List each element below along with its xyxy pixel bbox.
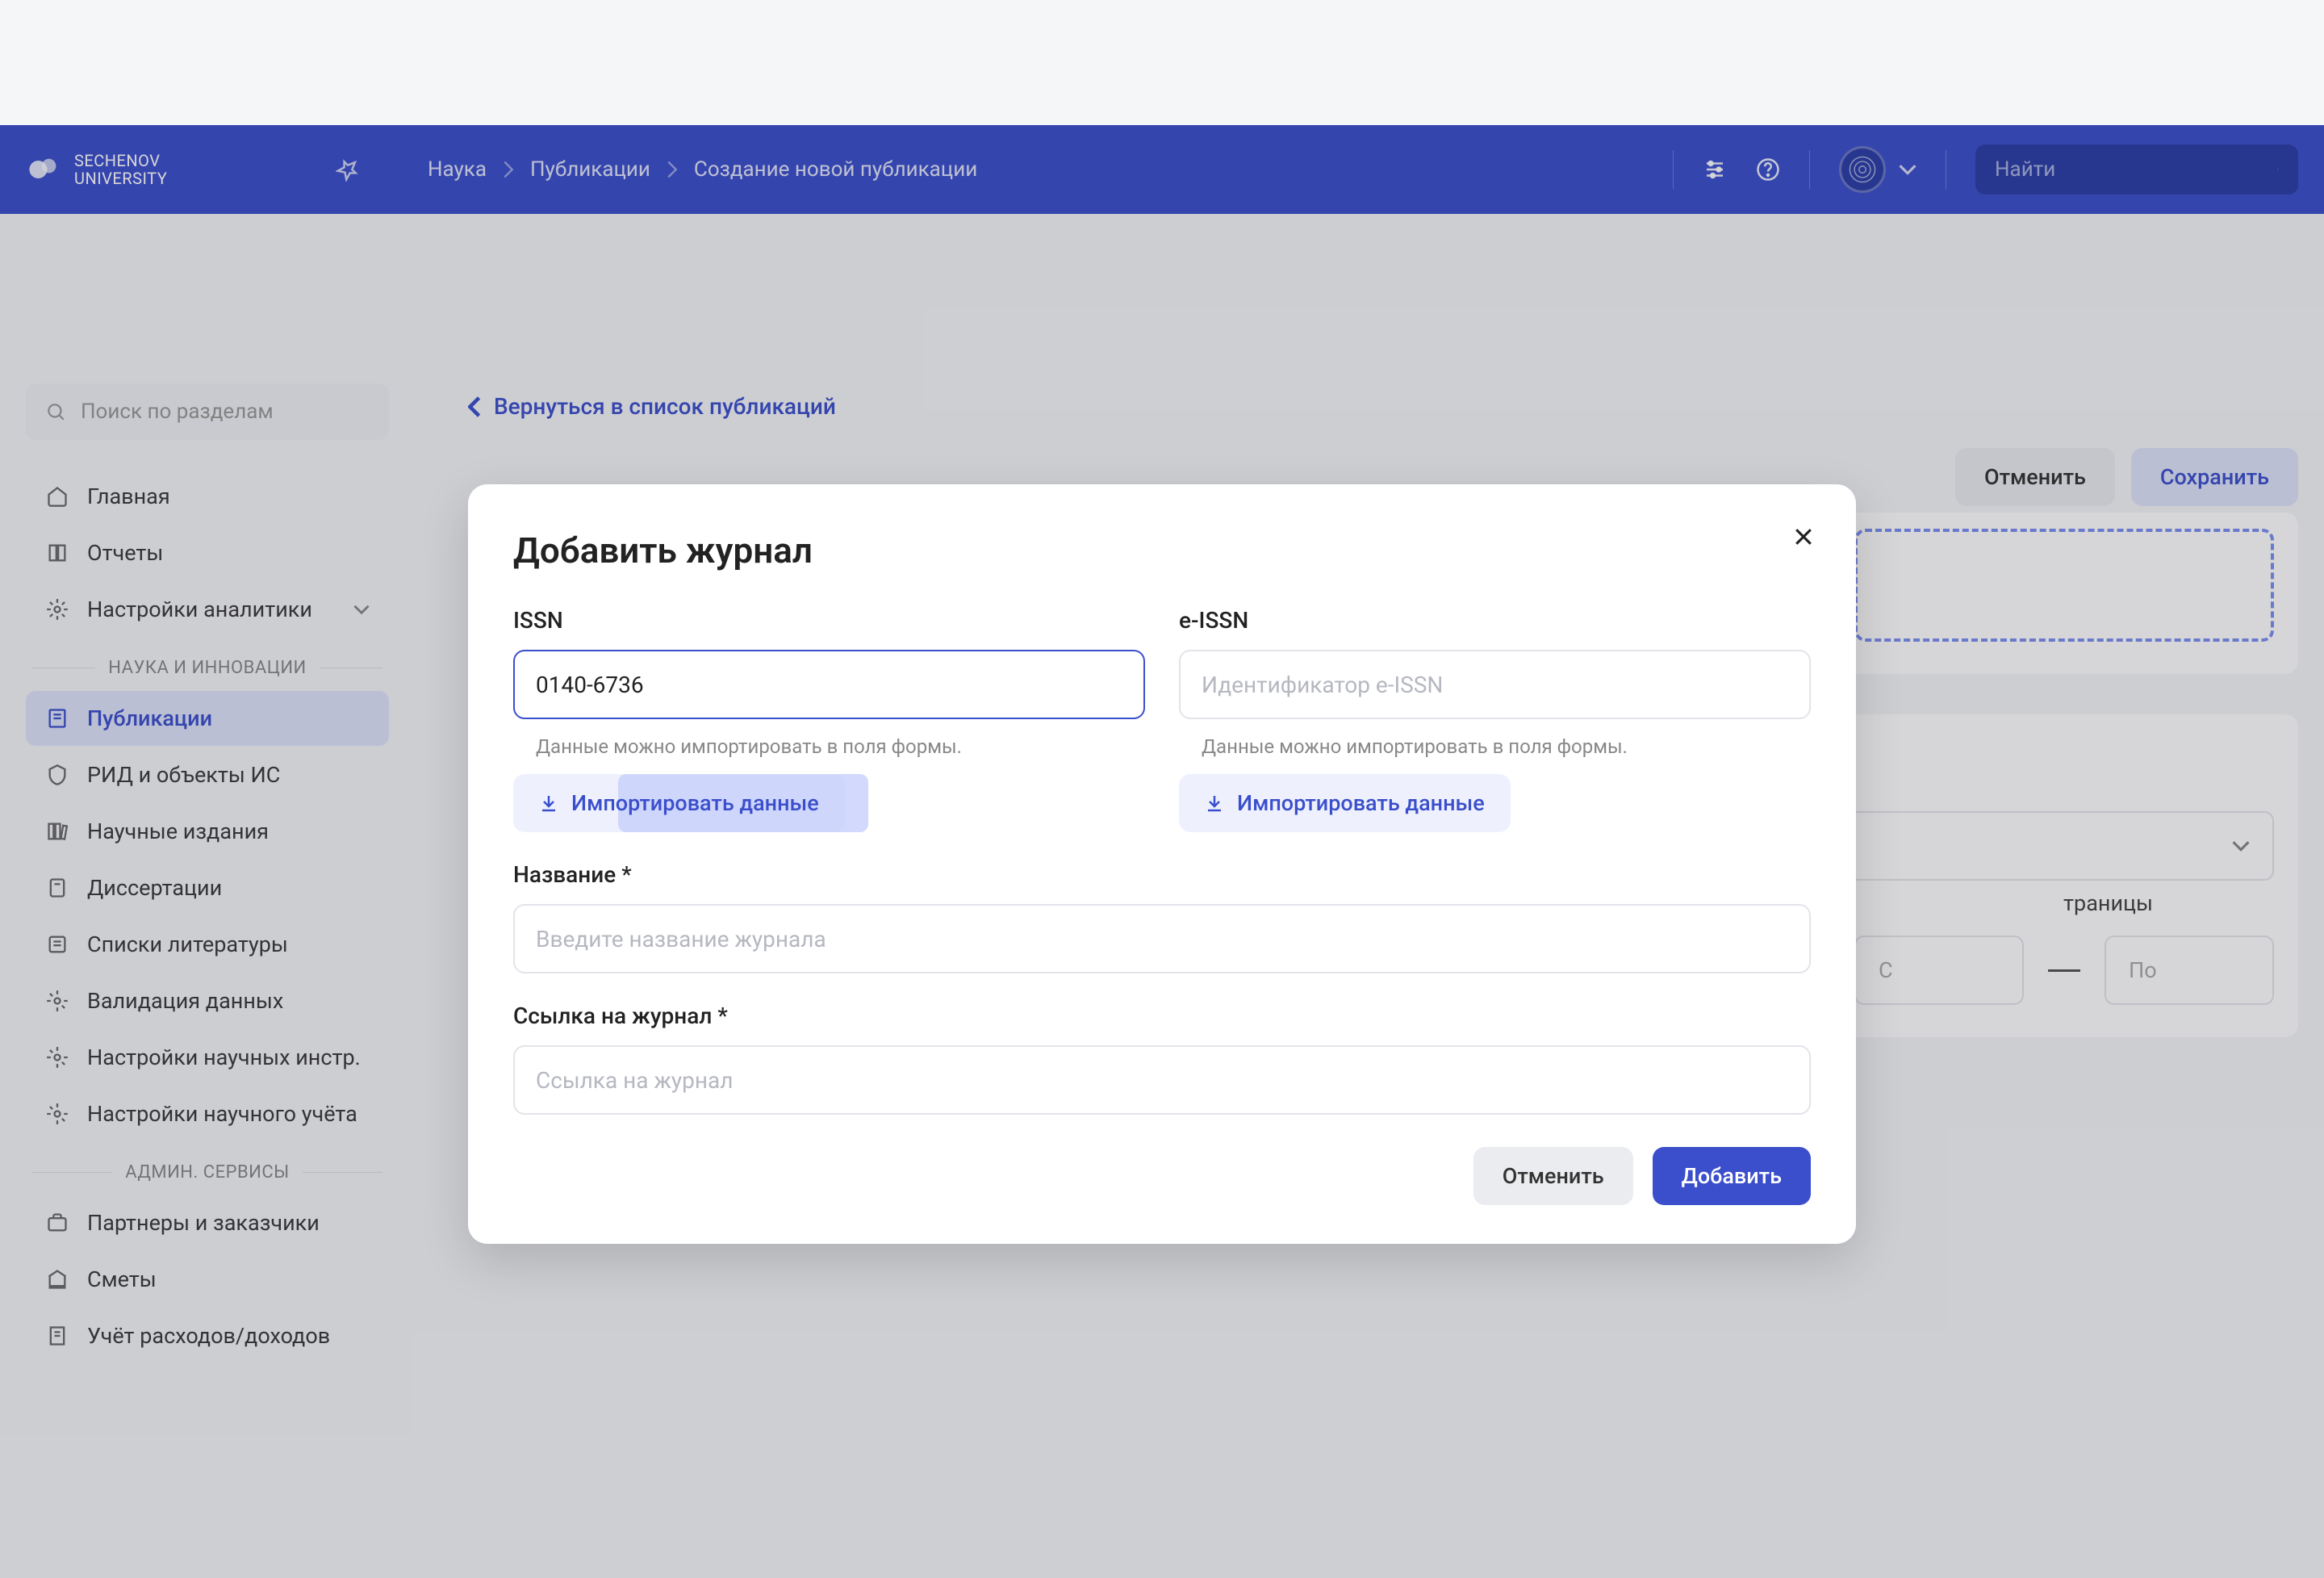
modal-title: Добавить журнал — [513, 529, 1811, 571]
close-icon — [1791, 525, 1816, 549]
modal-overlay[interactable]: Добавить журнал ISSN Данные можно импорт… — [0, 125, 2324, 1578]
issn-label: ISSN — [513, 607, 1145, 634]
modal-actions: Отменить Добавить — [513, 1147, 1811, 1205]
download-icon — [1205, 793, 1224, 813]
eissn-input[interactable] — [1179, 650, 1811, 719]
modal-cancel-button[interactable]: Отменить — [1473, 1147, 1633, 1205]
import-eissn-button[interactable]: Импортировать данные — [1179, 774, 1511, 832]
journal-name-input[interactable] — [513, 904, 1811, 973]
import-issn-button[interactable]: Импортировать данные — [513, 774, 845, 832]
eissn-hint: Данные можно импортировать в поля формы. — [1202, 735, 1811, 758]
name-label: Название * — [513, 861, 1811, 888]
issn-hint: Данные можно импортировать в поля формы. — [536, 735, 1145, 758]
issn-input[interactable] — [513, 650, 1145, 719]
eissn-label: e-ISSN — [1179, 607, 1811, 634]
link-label: Ссылка на журнал * — [513, 1002, 1811, 1029]
download-icon — [539, 793, 558, 813]
modal-add-button[interactable]: Добавить — [1653, 1147, 1811, 1205]
close-button[interactable] — [1791, 525, 1816, 549]
journal-link-input[interactable] — [513, 1045, 1811, 1115]
add-journal-modal: Добавить журнал ISSN Данные можно импорт… — [468, 484, 1856, 1244]
